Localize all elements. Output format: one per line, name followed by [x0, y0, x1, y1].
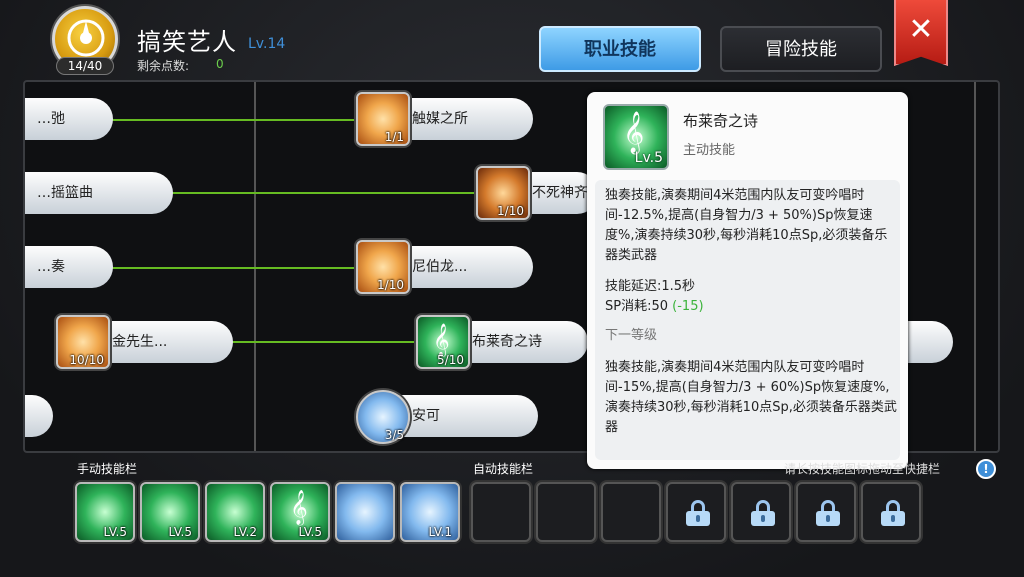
auto-slot-locked[interactable] — [861, 482, 921, 542]
tooltip-sp-cost: SP消耗:50 (-15) — [605, 299, 704, 314]
treble-clef-glyph: 𝄞 — [433, 323, 450, 356]
job-name: 搞笑艺人 — [137, 28, 237, 56]
manual-skill-bar-label: 手动技能栏 — [77, 462, 138, 476]
tooltip-next-description: 独奏技能,演奏期间4米范围内队友可变吟唱时间-15%,提高(自身智力/3 + 6… — [605, 360, 897, 435]
tree-divider — [974, 82, 976, 451]
flower-burst-icon[interactable]: 1/1 — [356, 92, 410, 146]
treble-clef-glyph: 𝄞 — [623, 112, 645, 153]
music-disc-icon[interactable]: LV.5 — [140, 482, 200, 542]
job-level: Lv.14 — [248, 36, 286, 52]
auto-slot-locked[interactable] — [796, 482, 856, 542]
close-button[interactable]: ✕ — [894, 0, 948, 66]
unicorn-icon[interactable] — [335, 482, 395, 542]
tooltip-skill-type: 主动技能 — [683, 143, 736, 158]
auto-slot-locked[interactable] — [731, 482, 791, 542]
tree-connector — [230, 341, 420, 343]
skill-pill[interactable] — [903, 321, 953, 363]
skill-points-badge: 14/40 — [56, 57, 114, 75]
lock-icon — [816, 500, 840, 526]
tooltip-body: 独奏技能,演奏期间4米范围内队友可变吟唱时间-12.5%,提高(自身智力/3 +… — [595, 180, 900, 460]
close-icon: ✕ — [908, 12, 934, 47]
wave-icon[interactable]: LV.1 — [400, 482, 460, 542]
skill-pill[interactable]: …摇篮曲 — [25, 172, 173, 214]
treble-clef-icon[interactable]: 𝄞 5/10 — [416, 315, 470, 369]
auto-slot-empty[interactable] — [471, 482, 531, 542]
auto-slot-empty[interactable] — [536, 482, 596, 542]
tooltip-skill-name: 布莱奇之诗 — [683, 112, 759, 130]
tree-connector — [110, 119, 360, 121]
info-icon[interactable]: ! — [976, 459, 996, 479]
auto-skill-bar-label: 自动技能栏 — [473, 462, 534, 476]
tab-adventure-skills[interactable]: 冒险技能 — [720, 26, 882, 72]
remaining-points-label: 剩余点数: — [137, 59, 190, 73]
heal-note-icon[interactable]: LV.2 — [205, 482, 265, 542]
lock-icon — [751, 500, 775, 526]
tree-connector — [170, 192, 480, 194]
skill-pill[interactable]: …奏 — [25, 246, 113, 288]
lock-icon — [881, 500, 905, 526]
treble-clef-icon[interactable]: 𝄞 LV.5 — [270, 482, 330, 542]
lock-icon — [686, 500, 710, 526]
tooltip-next-level-label: 下一等级 — [605, 328, 658, 343]
auto-slot-locked[interactable] — [666, 482, 726, 542]
tooltip-delay: 技能延迟:1.5秒 — [605, 279, 696, 294]
tree-connector — [110, 267, 360, 269]
dancer-icon[interactable]: 10/10 — [56, 315, 110, 369]
sword-shield-icon[interactable]: 1/10 — [476, 166, 530, 220]
tab-job-skills[interactable]: 职业技能 — [539, 26, 701, 72]
encore-icon[interactable]: 3/5 — [356, 390, 410, 444]
treble-clef-glyph: 𝄞 — [290, 490, 308, 525]
drag-hint: 请长按技能图标拖动至快捷栏 — [784, 462, 941, 476]
skill-tooltip: 𝄞 Lv.5 布莱奇之诗 主动技能 独奏技能,演奏期间4米范围内队友可变吟唱时间… — [587, 92, 908, 469]
tooltip-description: 独奏技能,演奏期间4米范围内队友可变吟唱时间-12.5%,提高(自身智力/3 +… — [605, 188, 888, 263]
remaining-points-value: 0 — [216, 57, 224, 71]
wing-icon[interactable]: LV.5 — [75, 482, 135, 542]
skill-pill[interactable] — [25, 395, 53, 437]
auto-slot-empty[interactable] — [601, 482, 661, 542]
treble-clef-icon: 𝄞 Lv.5 — [603, 104, 669, 170]
job-emblem-icon — [67, 19, 105, 57]
ring-icon[interactable]: 1/10 — [356, 240, 410, 294]
skill-pill[interactable]: …弛 — [25, 98, 113, 140]
